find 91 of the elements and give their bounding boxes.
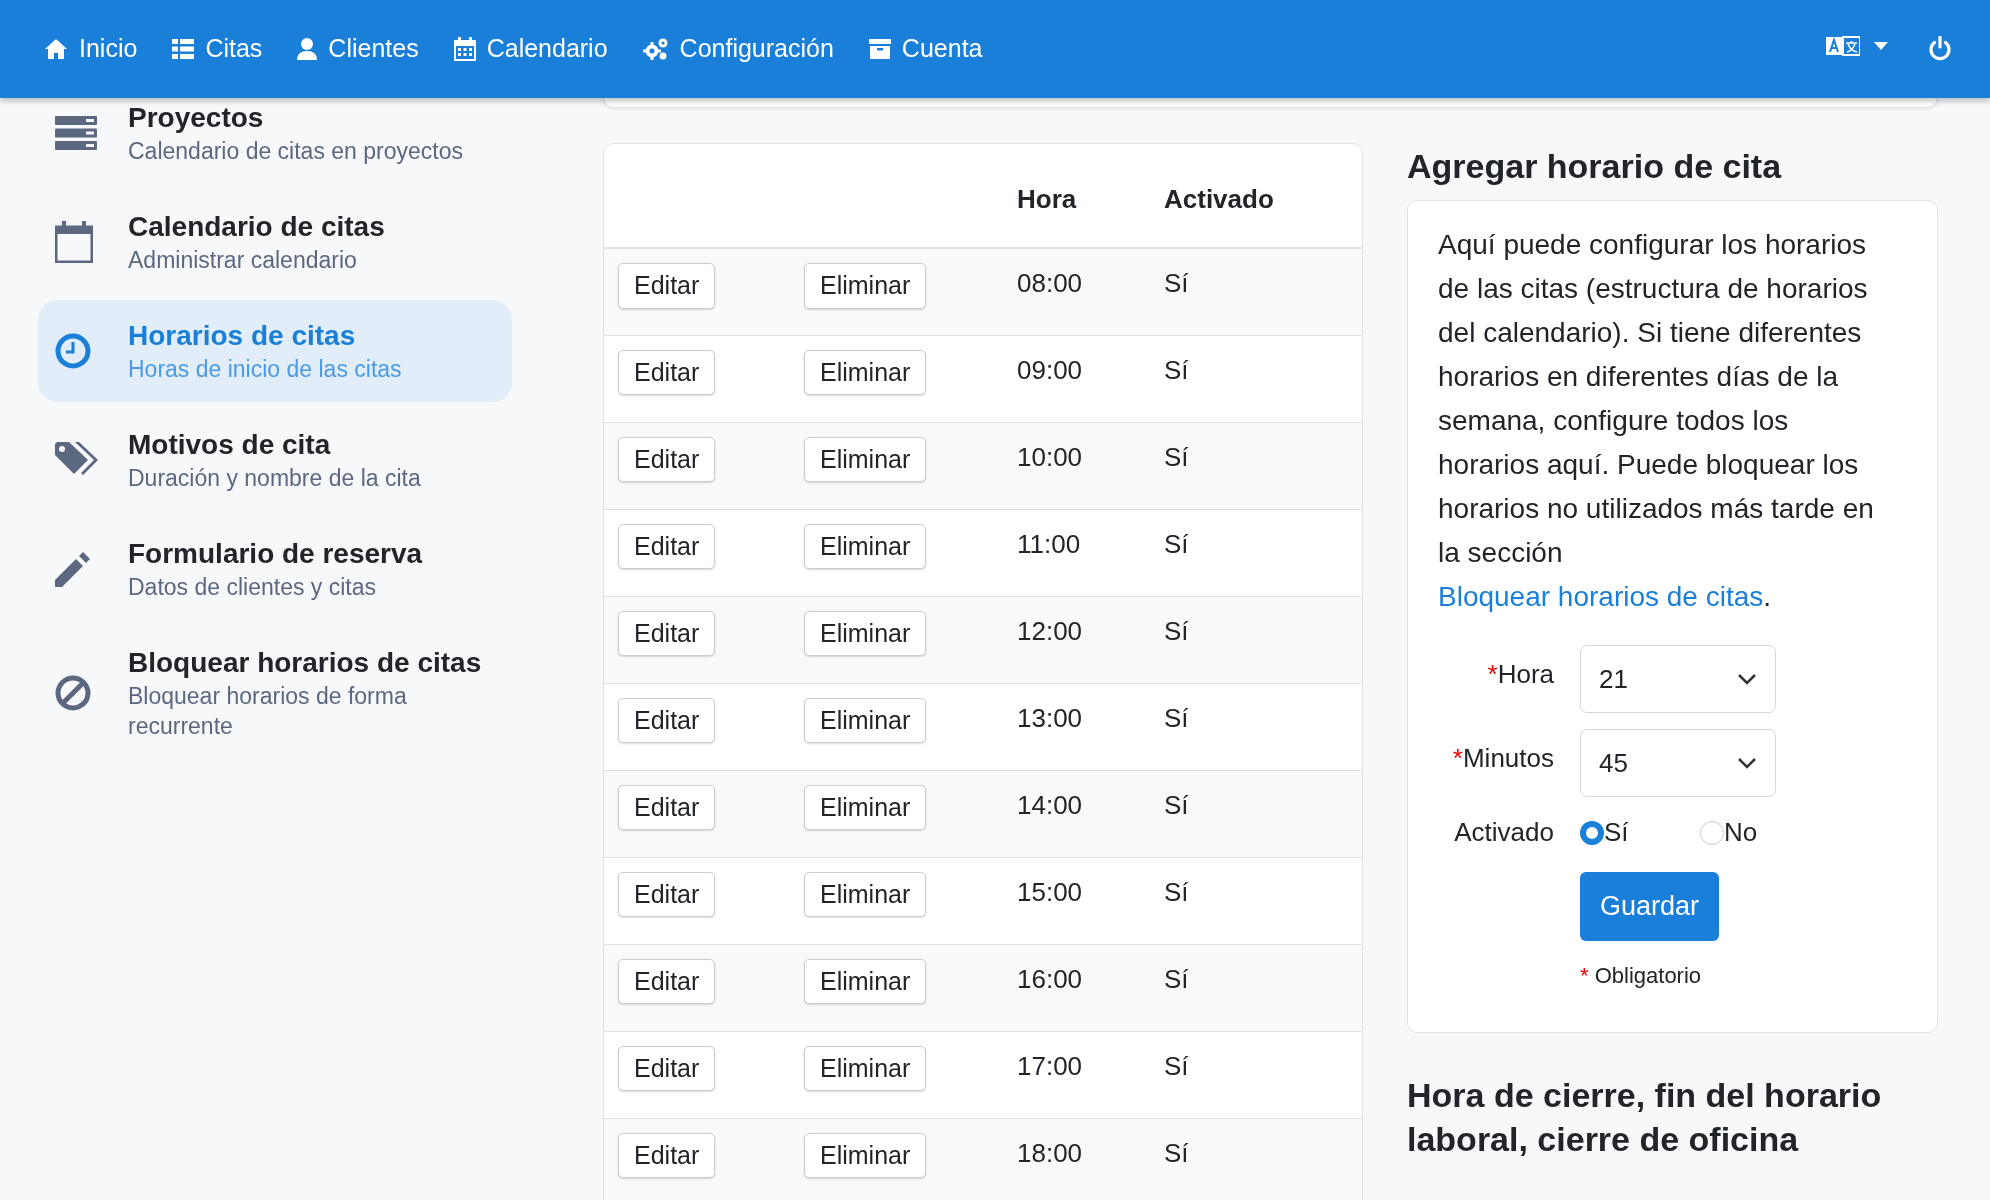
sidebar-item[interactable]: Proyectos Calendario de citas en proyectos bbox=[38, 99, 512, 184]
gears-icon bbox=[642, 37, 669, 61]
pencil-icon bbox=[55, 551, 91, 587]
delete-button[interactable]: Eliminar bbox=[804, 1045, 927, 1091]
block-times-link[interactable]: Bloquear horarios de citas bbox=[1438, 581, 1764, 612]
table-cell-text: 10:00 bbox=[1017, 440, 1083, 474]
delete-button[interactable]: Eliminar bbox=[804, 436, 927, 482]
nav-link[interactable]: Calendario bbox=[453, 30, 608, 68]
description-text: Aquí puede configurar los horarios de las citas (estructura de horarios del calendario). Si tiene diferentes horarios en diferentes días de la semana, configure todos los horarios aquí. Puede bloquear los horarios no utilizados más tarde en la sección Bloquear horarios de citas. bbox=[1438, 228, 1875, 614]
chevron-icon bbox=[1737, 673, 1757, 685]
table-cell-text: 09:00 bbox=[1017, 353, 1083, 387]
table-cell-text: Sí bbox=[1164, 527, 1189, 561]
edit-button[interactable]: Editar bbox=[618, 436, 716, 482]
language-dropdown[interactable] bbox=[1826, 35, 1888, 57]
list-icon bbox=[172, 39, 195, 59]
radio-label: No bbox=[1724, 816, 1758, 849]
save-button[interactable]: Guardar bbox=[1580, 872, 1720, 941]
table-cell-text: 17:00 bbox=[1017, 1049, 1083, 1083]
edit-button[interactable]: Editar bbox=[618, 958, 716, 1004]
edit-button[interactable]: Editar bbox=[618, 1045, 716, 1091]
select-field[interactable]: 21 bbox=[1580, 645, 1776, 713]
table-cell-text: Sí bbox=[1164, 875, 1189, 909]
sidebar-item[interactable]: Motivos de cita Duración y nombre de la cita bbox=[38, 409, 512, 511]
calendar-icon bbox=[453, 37, 476, 61]
section-heading: Hora de cierre, fin del horario laboral, cierre de oficina bbox=[1407, 1074, 1883, 1160]
table-cell-text: 15:00 bbox=[1017, 875, 1083, 909]
edit-button[interactable]: Editar bbox=[618, 697, 716, 743]
table-cell-text: Sí bbox=[1164, 1136, 1189, 1170]
delete-button[interactable]: Eliminar bbox=[804, 1132, 927, 1178]
delete-button[interactable]: Eliminar bbox=[804, 871, 927, 917]
field-label: *Hora bbox=[1486, 658, 1554, 691]
column-header: Hora bbox=[1017, 183, 1077, 214]
table-cell-text: 11:00 bbox=[1017, 527, 1081, 561]
nav-link[interactable]: Citas bbox=[172, 30, 263, 68]
caret-icon bbox=[1874, 42, 1888, 50]
nav-link[interactable]: Inicio bbox=[44, 30, 138, 68]
table-cell-text: 12:00 bbox=[1017, 614, 1083, 648]
table-cell-text: Sí bbox=[1164, 353, 1189, 387]
table-cell-text: 18:00 bbox=[1017, 1136, 1083, 1170]
delete-button[interactable]: Eliminar bbox=[804, 263, 927, 309]
table-cell-text: Sí bbox=[1164, 962, 1189, 996]
table-cell-text: 14:00 bbox=[1017, 788, 1083, 822]
archive-icon bbox=[868, 39, 891, 59]
nav-link[interactable]: Configuración bbox=[642, 30, 834, 68]
table-cell-text: Sí bbox=[1164, 267, 1189, 300]
sidebar-item[interactable]: Calendario de citas Administrar calendario bbox=[38, 191, 512, 293]
edit-button[interactable]: Editar bbox=[618, 871, 716, 917]
sidebar-item[interactable]: Formulario de reserva Datos de clientes y citas bbox=[38, 518, 512, 620]
edit-button[interactable]: Editar bbox=[618, 349, 716, 395]
user-icon bbox=[297, 38, 318, 60]
delete-button[interactable]: Eliminar bbox=[804, 697, 927, 743]
table-cell-text: Sí bbox=[1164, 1049, 1189, 1083]
delete-button[interactable]: Eliminar bbox=[804, 610, 927, 656]
delete-button[interactable]: Eliminar bbox=[804, 349, 927, 395]
table-cell-text: Sí bbox=[1164, 701, 1189, 735]
power-icon bbox=[1928, 36, 1952, 62]
radio-button[interactable] bbox=[1700, 820, 1724, 845]
power-button[interactable] bbox=[1928, 36, 1952, 62]
ban-icon bbox=[55, 675, 91, 711]
tags-icon bbox=[55, 442, 99, 478]
sidebar-item[interactable]: Bloquear horarios de citas Bloquear horarios de forma recurrente bbox=[38, 627, 512, 759]
delete-button[interactable]: Eliminar bbox=[804, 523, 927, 569]
table-cell-text: 16:00 bbox=[1017, 962, 1083, 996]
translate-icon bbox=[1826, 35, 1860, 57]
field-label: Activado bbox=[1453, 816, 1554, 849]
table-cell-text: Sí bbox=[1164, 614, 1189, 648]
delete-button[interactable]: Eliminar bbox=[804, 784, 927, 830]
calendar-icon bbox=[55, 221, 93, 263]
edit-button[interactable]: Editar bbox=[618, 263, 716, 309]
table-cell-text: 13:00 bbox=[1017, 701, 1083, 735]
radio-button[interactable] bbox=[1580, 820, 1604, 845]
section-heading: Agregar horario de cita bbox=[1407, 146, 1783, 187]
column-header: Activado bbox=[1164, 183, 1274, 214]
field-label: *Minutos bbox=[1451, 742, 1554, 775]
delete-button[interactable]: Eliminar bbox=[804, 958, 927, 1004]
select-field[interactable]: 45 bbox=[1580, 729, 1776, 797]
edit-button[interactable]: Editar bbox=[618, 784, 716, 830]
nav-link[interactable]: Cuenta bbox=[868, 30, 983, 68]
table-cell-text: Sí bbox=[1164, 440, 1189, 474]
server-icon bbox=[55, 116, 97, 150]
table-cell-text: 08:00 bbox=[1017, 267, 1083, 300]
required-note: * Obligatorio bbox=[1580, 961, 1702, 990]
chevron-icon bbox=[1737, 757, 1757, 769]
clock-icon bbox=[55, 333, 91, 369]
edit-button[interactable]: Editar bbox=[618, 523, 716, 569]
nav-link[interactable]: Clientes bbox=[297, 30, 419, 68]
table-cell-text: Sí bbox=[1164, 788, 1189, 822]
home-icon bbox=[44, 38, 68, 60]
edit-button[interactable]: Editar bbox=[618, 1132, 716, 1178]
radio-label: Sí bbox=[1604, 816, 1629, 849]
edit-button[interactable]: Editar bbox=[618, 610, 716, 656]
